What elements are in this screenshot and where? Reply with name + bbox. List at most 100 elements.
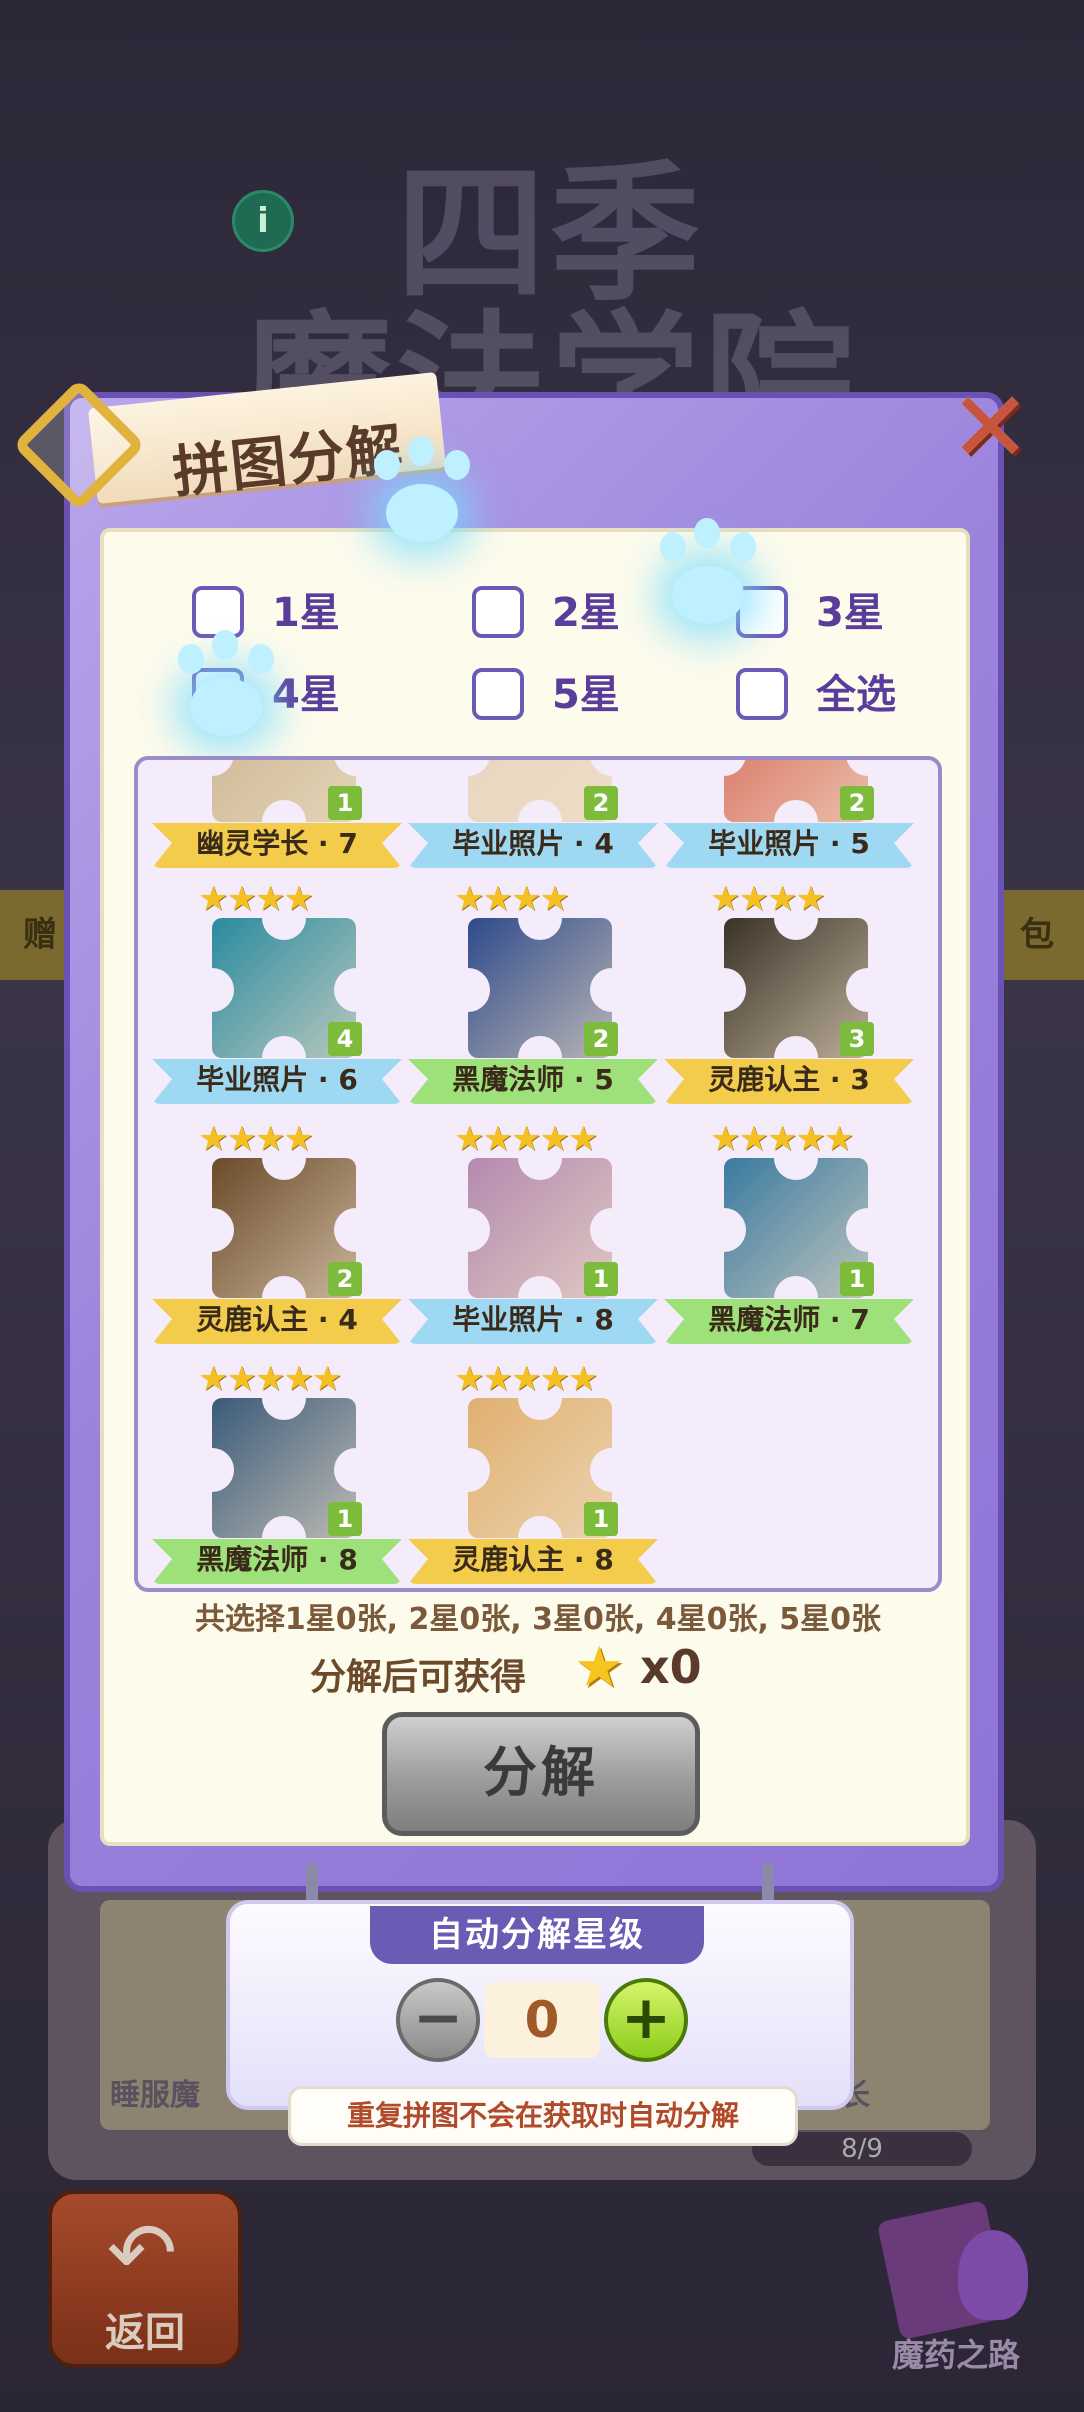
piece-name-ribbon: 毕业照片 · 5 <box>664 823 914 868</box>
piece-name-ribbon: 黑魔法师 · 8 <box>152 1539 402 1584</box>
puzzle-piece-card[interactable]: ★★★★ 2 黑魔法师 · 5 <box>408 882 658 1112</box>
puzzle-piece-grid[interactable]: 1 幽灵学长 · 7 2 毕业照片 · 4 2 毕业照片 · 5 ★★★★ 4 毕业照片 · 6… <box>134 756 942 1592</box>
puzzle-notch <box>774 1158 818 1180</box>
puzzle-notch <box>468 968 490 1012</box>
puzzle-notch <box>590 968 612 1012</box>
puzzle-notch <box>518 1158 562 1180</box>
puzzle-piece-card[interactable]: ★★★★ 2 灵鹿认主 · 4 <box>152 1122 402 1352</box>
puzzle-notch <box>262 1158 306 1180</box>
piece-star-rating: ★★★★★ <box>198 1359 342 1399</box>
potion-road-label: 魔药之路 <box>891 2336 1020 2374</box>
piece-count-badge: 2 <box>584 786 618 820</box>
puzzle-piece-card[interactable]: ★★★★★ 1 黑魔法师 · 8 <box>152 1359 402 1588</box>
puzzle-notch <box>468 760 490 776</box>
piece-name-ribbon: 灵鹿认主 · 4 <box>152 1299 402 1344</box>
piece-star-rating: ★★★★ <box>710 879 826 919</box>
puzzle-notch <box>724 1208 746 1252</box>
puzzle-notch <box>724 968 746 1012</box>
puzzle-notch <box>334 968 356 1012</box>
album-card-left-label: 睡服魔 <box>110 2078 200 2113</box>
paw-toe <box>660 532 686 562</box>
reward-count: x0 <box>640 1640 702 1694</box>
piece-star-rating: ★★★★★ <box>454 1359 598 1399</box>
puzzle-piece-card[interactable]: ★★★★ 3 灵鹿认主 · 3 <box>664 882 914 1112</box>
paw-toe <box>212 630 238 660</box>
back-label: 返回 <box>105 2310 185 2356</box>
puzzle-notch <box>262 1398 306 1420</box>
puzzle-notch <box>846 968 868 1012</box>
piece-name: 灵鹿认主 · 8 <box>452 1543 614 1576</box>
puzzle-notch <box>212 1208 234 1252</box>
puzzle-notch <box>774 918 818 940</box>
info-icon[interactable]: i <box>232 190 294 252</box>
puzzle-notch <box>774 1276 818 1298</box>
piece-count-badge: 1 <box>840 1262 874 1296</box>
paw-toe <box>408 436 434 466</box>
puzzle-notch <box>262 800 306 822</box>
paw-print-icon <box>352 434 492 554</box>
piece-count-badge: 3 <box>840 1022 874 1056</box>
paw-print-icon <box>638 516 778 636</box>
puzzle-notch <box>724 760 746 776</box>
filter-label: 2星 <box>552 590 620 636</box>
potion-road-button[interactable]: 魔药之路 <box>866 2180 1046 2374</box>
paw-print-icon <box>156 628 296 748</box>
puzzle-notch <box>518 918 562 940</box>
checkbox-5-star[interactable] <box>472 668 524 720</box>
piece-name-ribbon: 幽灵学长 · 7 <box>152 823 402 868</box>
puzzle-piece-card[interactable]: 2 毕业照片 · 4 <box>408 760 658 876</box>
piece-count-badge: 1 <box>328 1502 362 1536</box>
paw-pad <box>190 678 262 736</box>
puzzle-piece-card[interactable]: 1 幽灵学长 · 7 <box>152 760 402 876</box>
increase-level-button[interactable]: + <box>604 1978 688 2062</box>
star-currency-icon: ★ <box>574 1635 625 1700</box>
piece-name: 毕业照片 · 4 <box>452 827 614 860</box>
piece-name: 灵鹿认主 · 3 <box>708 1063 870 1096</box>
puzzle-piece-card[interactable]: ★★★★★ 1 灵鹿认主 · 8 <box>408 1359 658 1588</box>
piece-name-ribbon: 黑魔法师 · 7 <box>664 1299 914 1344</box>
auto-level-value: 0 <box>484 1982 600 2058</box>
puzzle-notch <box>774 1036 818 1058</box>
puzzle-notch <box>262 1516 306 1538</box>
puzzle-piece-card[interactable]: ★★★★ 4 毕业照片 · 6 <box>152 882 402 1112</box>
decrease-level-button[interactable]: − <box>396 1978 480 2062</box>
checkbox-2-star[interactable] <box>472 586 524 638</box>
gift-banner-right[interactable]: 包 <box>990 890 1084 980</box>
paw-pad <box>672 566 744 624</box>
filter-label: 全选 <box>816 672 896 718</box>
piece-count-badge: 1 <box>328 786 362 820</box>
logo-line-1: 四季 <box>395 148 704 322</box>
piece-name: 毕业照片 · 8 <box>452 1303 614 1336</box>
puzzle-piece-card[interactable]: 2 毕业照片 · 5 <box>664 760 914 876</box>
piece-star-rating: ★★★★ <box>454 879 570 919</box>
filter-label: 5星 <box>552 672 620 718</box>
puzzle-notch <box>590 1208 612 1252</box>
piece-name-ribbon: 毕业照片 · 8 <box>408 1299 658 1344</box>
decompose-button[interactable]: 分解 <box>382 1712 700 1836</box>
close-icon[interactable]: ✕ <box>948 379 1032 477</box>
puzzle-notch <box>518 1276 562 1298</box>
checkbox-select-all[interactable] <box>736 668 788 720</box>
reward-label: 分解后可获得 <box>310 1657 527 1698</box>
piece-name: 黑魔法师 · 5 <box>452 1063 614 1096</box>
piece-name-ribbon: 毕业照片 · 4 <box>408 823 658 868</box>
piece-count-badge: 2 <box>328 1262 362 1296</box>
puzzle-piece-card[interactable]: ★★★★★ 1 黑魔法师 · 7 <box>664 1122 914 1352</box>
puzzle-notch <box>262 918 306 940</box>
piece-star-rating: ★★★★★ <box>454 1119 598 1159</box>
piece-name: 灵鹿认主 · 4 <box>196 1303 358 1336</box>
back-button[interactable]: ↶ 返回 <box>48 2190 242 2368</box>
puzzle-notch <box>468 1208 490 1252</box>
puzzle-notch <box>846 1208 868 1252</box>
piece-name-ribbon: 灵鹿认主 · 3 <box>664 1059 914 1104</box>
piece-name-ribbon: 黑魔法师 · 5 <box>408 1059 658 1104</box>
paw-pad <box>386 484 458 542</box>
puzzle-notch <box>334 1448 356 1492</box>
piece-count-badge: 1 <box>584 1262 618 1296</box>
puzzle-notch <box>334 760 356 776</box>
puzzle-notch <box>262 1036 306 1058</box>
puzzle-piece-card[interactable]: ★★★★★ 1 毕业照片 · 8 <box>408 1122 658 1352</box>
puzzle-notch <box>518 1398 562 1420</box>
piece-name: 毕业照片 · 6 <box>196 1063 358 1096</box>
puzzle-notch <box>212 968 234 1012</box>
